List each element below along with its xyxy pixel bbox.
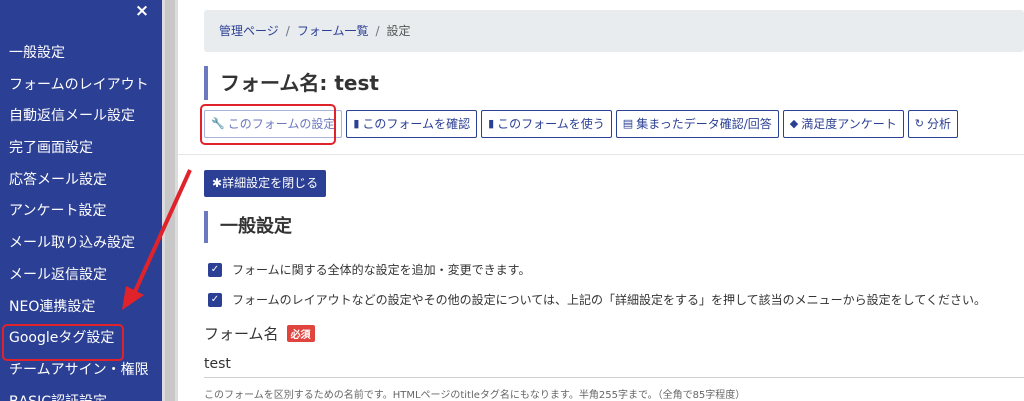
button-label: このフォームを確認 [362, 117, 471, 131]
breadcrumb-admin[interactable]: 管理ページ [219, 24, 279, 38]
scrollbar[interactable] [162, 0, 178, 401]
breadcrumb-separator: / [375, 24, 380, 38]
checkmark-icon: ✓ [208, 292, 222, 307]
refresh-icon: ↻ [914, 117, 924, 130]
sidebar-item-mail-import[interactable]: メール取り込み設定 [0, 228, 162, 260]
form-name-help: このフォームを区別するための名前です。HTMLページのtitleタグ名にもなりま… [204, 390, 746, 401]
form-use-button[interactable]: ▮ このフォームを使う [481, 110, 612, 138]
info-item: ✓ フォームに関する全体的な設定を追加・変更できます。 [208, 261, 530, 278]
checkmark-icon: ✓ [208, 262, 222, 277]
info-text: フォームに関する全体的な設定を追加・変更できます。 [232, 263, 531, 277]
sidebar-item-autoreply[interactable]: 自動返信メール設定 [0, 101, 162, 133]
form-name-label: フォーム名 [204, 325, 279, 343]
button-label: 満足度アンケート [801, 117, 897, 131]
breadcrumb-current: 設定 [386, 24, 411, 38]
divider [178, 154, 1024, 155]
info-item: ✓ フォームのレイアウトなどの設定やその他の設定については、上記の「詳細設定をす… [208, 291, 986, 308]
sidebar-item-layout[interactable]: フォームのレイアウト [0, 70, 162, 102]
layers-icon: ◆ [789, 117, 799, 130]
sidebar-item-complete-page[interactable]: 完了画面設定 [0, 133, 162, 165]
sidebar-item-survey[interactable]: アンケート設定 [0, 196, 162, 228]
document-icon: ▮ [488, 117, 495, 130]
sidebar-item-mail-reply[interactable]: メール返信設定 [0, 260, 162, 292]
form-name-input[interactable] [204, 350, 1024, 378]
form-name-label-row: フォーム名 必須 [204, 323, 315, 344]
section-title: 一般設定 [204, 211, 292, 243]
sidebar: × 一般設定 フォームのレイアウト 自動返信メール設定 完了画面設定 応答メール… [0, 0, 162, 401]
collected-data-button[interactable]: ▤ 集まったデータ確認/回答 [615, 110, 779, 138]
sidebar-item-google-tag[interactable]: Googleタグ設定 [0, 323, 162, 361]
page-title: フォーム名: test [204, 66, 379, 100]
button-label: このフォームの設定 [227, 117, 336, 131]
button-label: 詳細設定を閉じる [222, 176, 319, 190]
analysis-button[interactable]: ↻ 分析 [907, 110, 959, 138]
breadcrumb-separator: / [285, 24, 290, 38]
close-icon[interactable]: × [131, 1, 153, 21]
satisfaction-survey-button[interactable]: ◆ 満足度アンケート [782, 110, 904, 138]
sidebar-item-basic-auth[interactable]: BASIC認証設定 [0, 387, 162, 401]
info-text: フォームのレイアウトなどの設定やその他の設定については、上記の「詳細設定をする」… [232, 293, 986, 307]
button-label: このフォームを使う [497, 117, 605, 131]
list-icon: ▤ [622, 117, 634, 130]
sidebar-item-neo[interactable]: NEO連携設定 [0, 292, 162, 324]
document-icon: ▮ [353, 117, 360, 130]
wrench-icon: 🔧 [211, 117, 225, 130]
form-preview-button[interactable]: ▮ このフォームを確認 [346, 110, 478, 138]
sidebar-item-general[interactable]: 一般設定 [0, 38, 162, 70]
required-badge: 必須 [286, 325, 315, 342]
form-settings-button[interactable]: 🔧 このフォームの設定 [204, 110, 343, 138]
breadcrumb: 管理ページ / フォーム一覧 / 設定 [204, 10, 1024, 52]
button-label: 分析 [927, 117, 952, 131]
main-content: 管理ページ / フォーム一覧 / 設定 フォーム名: test 🔧 このフォームの設定 ▮… [178, 0, 1024, 401]
sidebar-menu: 一般設定 フォームのレイアウト 自動返信メール設定 完了画面設定 応答メール設定… [0, 38, 162, 401]
sidebar-item-response-mail[interactable]: 応答メール設定 [0, 165, 162, 197]
close-detail-settings-button[interactable]: ✱詳細設定を閉じる [204, 170, 327, 197]
breadcrumb-form-list[interactable]: フォーム一覧 [297, 24, 369, 38]
scrollbar-thumb[interactable] [165, 0, 175, 401]
form-action-bar: 🔧 このフォームの設定 ▮ このフォームを確認 ▮ このフォームを使う ▤ 集まったデー… [204, 110, 959, 138]
button-label: 集まったデータ確認/回答 [636, 117, 772, 131]
gear-icon: ✱ [212, 176, 223, 190]
